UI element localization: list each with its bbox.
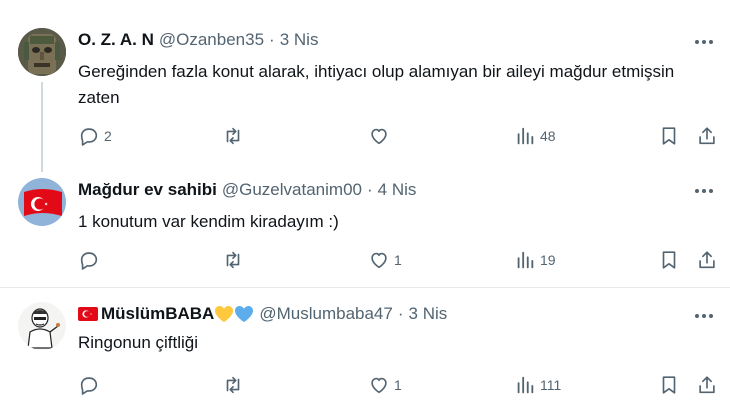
more-options-button[interactable] — [692, 306, 716, 326]
avatar[interactable] — [18, 302, 66, 350]
turkish-flag-icon — [18, 178, 66, 226]
retweet-button[interactable] — [222, 124, 248, 148]
more-options-button[interactable] — [692, 181, 716, 201]
timestamp[interactable]: 3 Nis — [409, 304, 448, 324]
tweet-1[interactable]: O. Z. A. N @Ozanben35 · 3 Nis Gereğinden… — [0, 0, 730, 172]
like-button[interactable]: 1 — [368, 248, 402, 272]
more-dots-icon — [695, 189, 713, 193]
display-name[interactable]: MüslümBABA — [101, 304, 214, 324]
share-icon — [699, 127, 715, 145]
username[interactable]: @Guzelvatanim00 — [222, 180, 362, 200]
heart-icon — [371, 252, 387, 269]
views-button[interactable]: 19 — [514, 248, 556, 272]
separator: · — [269, 30, 275, 49]
display-name[interactable]: Mağdur ev sahibi — [78, 180, 217, 200]
analytics-icon — [517, 251, 534, 269]
tweet-actions: 1 19 — [78, 248, 718, 272]
timestamp[interactable]: 3 Nis — [280, 30, 319, 50]
yellow-heart-emoji-icon — [215, 306, 234, 322]
reply-button[interactable]: 2 — [78, 124, 112, 148]
tweet-3[interactable]: MüslümBABA @Muslumbaba47 · 3 Nis Ringonu… — [0, 288, 730, 420]
retweet-button[interactable] — [222, 373, 248, 397]
share-icon — [699, 376, 715, 394]
share-button[interactable] — [696, 373, 718, 397]
share-icon — [699, 251, 715, 269]
reply-icon — [80, 252, 98, 270]
reply-button[interactable] — [78, 248, 104, 272]
turkish-flag-emoji-icon — [78, 307, 98, 321]
tweet-text: 1 konutum var kendim kiradayım :) — [78, 212, 339, 231]
username[interactable]: @Muslumbaba47 — [259, 304, 393, 324]
tweet-header: O. Z. A. N @Ozanben35 · 3 Nis — [78, 30, 318, 50]
share-button[interactable] — [696, 248, 718, 272]
avatar[interactable] — [18, 178, 66, 226]
bookmark-icon — [662, 127, 676, 145]
views-button[interactable]: 111 — [514, 373, 561, 397]
heart-icon — [371, 128, 387, 145]
avatar[interactable] — [18, 28, 66, 76]
view-count: 19 — [540, 252, 556, 268]
tweet-actions: 2 48 — [78, 124, 718, 148]
blue-heart-emoji-icon — [235, 306, 254, 322]
retweet-icon — [226, 376, 240, 394]
like-count: 1 — [394, 252, 402, 268]
tweet-2[interactable]: Mağdur ev sahibi @Guzelvatanim00 · 4 Nis… — [0, 170, 730, 288]
separator: · — [397, 304, 404, 323]
view-count: 111 — [540, 377, 562, 393]
thread-line — [41, 82, 43, 172]
share-button[interactable] — [696, 124, 718, 148]
bookmark-button[interactable] — [658, 124, 680, 148]
tweet-text: Ringonun çiftliği — [78, 333, 199, 352]
cartoon-man-icon — [18, 302, 66, 350]
like-button[interactable] — [368, 124, 394, 148]
retweet-button[interactable] — [222, 248, 248, 272]
tweet-text: Gereğinden fazla konut alarak, ihtiyacı … — [78, 62, 675, 107]
more-dots-icon — [695, 40, 713, 44]
retweet-icon — [226, 127, 240, 145]
timestamp[interactable]: 4 Nis — [378, 180, 417, 200]
reply-button[interactable] — [78, 373, 104, 397]
bookmark-button[interactable] — [658, 373, 680, 397]
analytics-icon — [517, 127, 534, 145]
stone-statue-icon — [18, 28, 66, 76]
reply-icon — [80, 128, 98, 146]
like-count: 1 — [394, 377, 402, 393]
display-name[interactable]: O. Z. A. N — [78, 30, 154, 50]
like-button[interactable]: 1 — [368, 373, 402, 397]
username[interactable]: @Ozanben35 — [159, 30, 264, 50]
separator: · — [366, 180, 373, 199]
bookmark-button[interactable] — [658, 248, 680, 272]
retweet-icon — [226, 251, 240, 269]
tweet-header: Mağdur ev sahibi @Guzelvatanim00 · 4 Nis — [78, 180, 416, 200]
more-options-button[interactable] — [692, 32, 716, 52]
analytics-icon — [517, 376, 534, 394]
reply-count: 2 — [104, 128, 112, 144]
views-button[interactable]: 48 — [514, 124, 556, 148]
heart-icon — [371, 377, 387, 394]
more-dots-icon — [695, 314, 713, 318]
tweet-header: MüslümBABA @Muslumbaba47 · 3 Nis — [78, 304, 447, 324]
reply-icon — [80, 377, 98, 395]
bookmark-icon — [662, 376, 676, 394]
tweet-actions: 1 111 — [78, 373, 718, 397]
bookmark-icon — [662, 251, 676, 269]
view-count: 48 — [540, 128, 556, 144]
